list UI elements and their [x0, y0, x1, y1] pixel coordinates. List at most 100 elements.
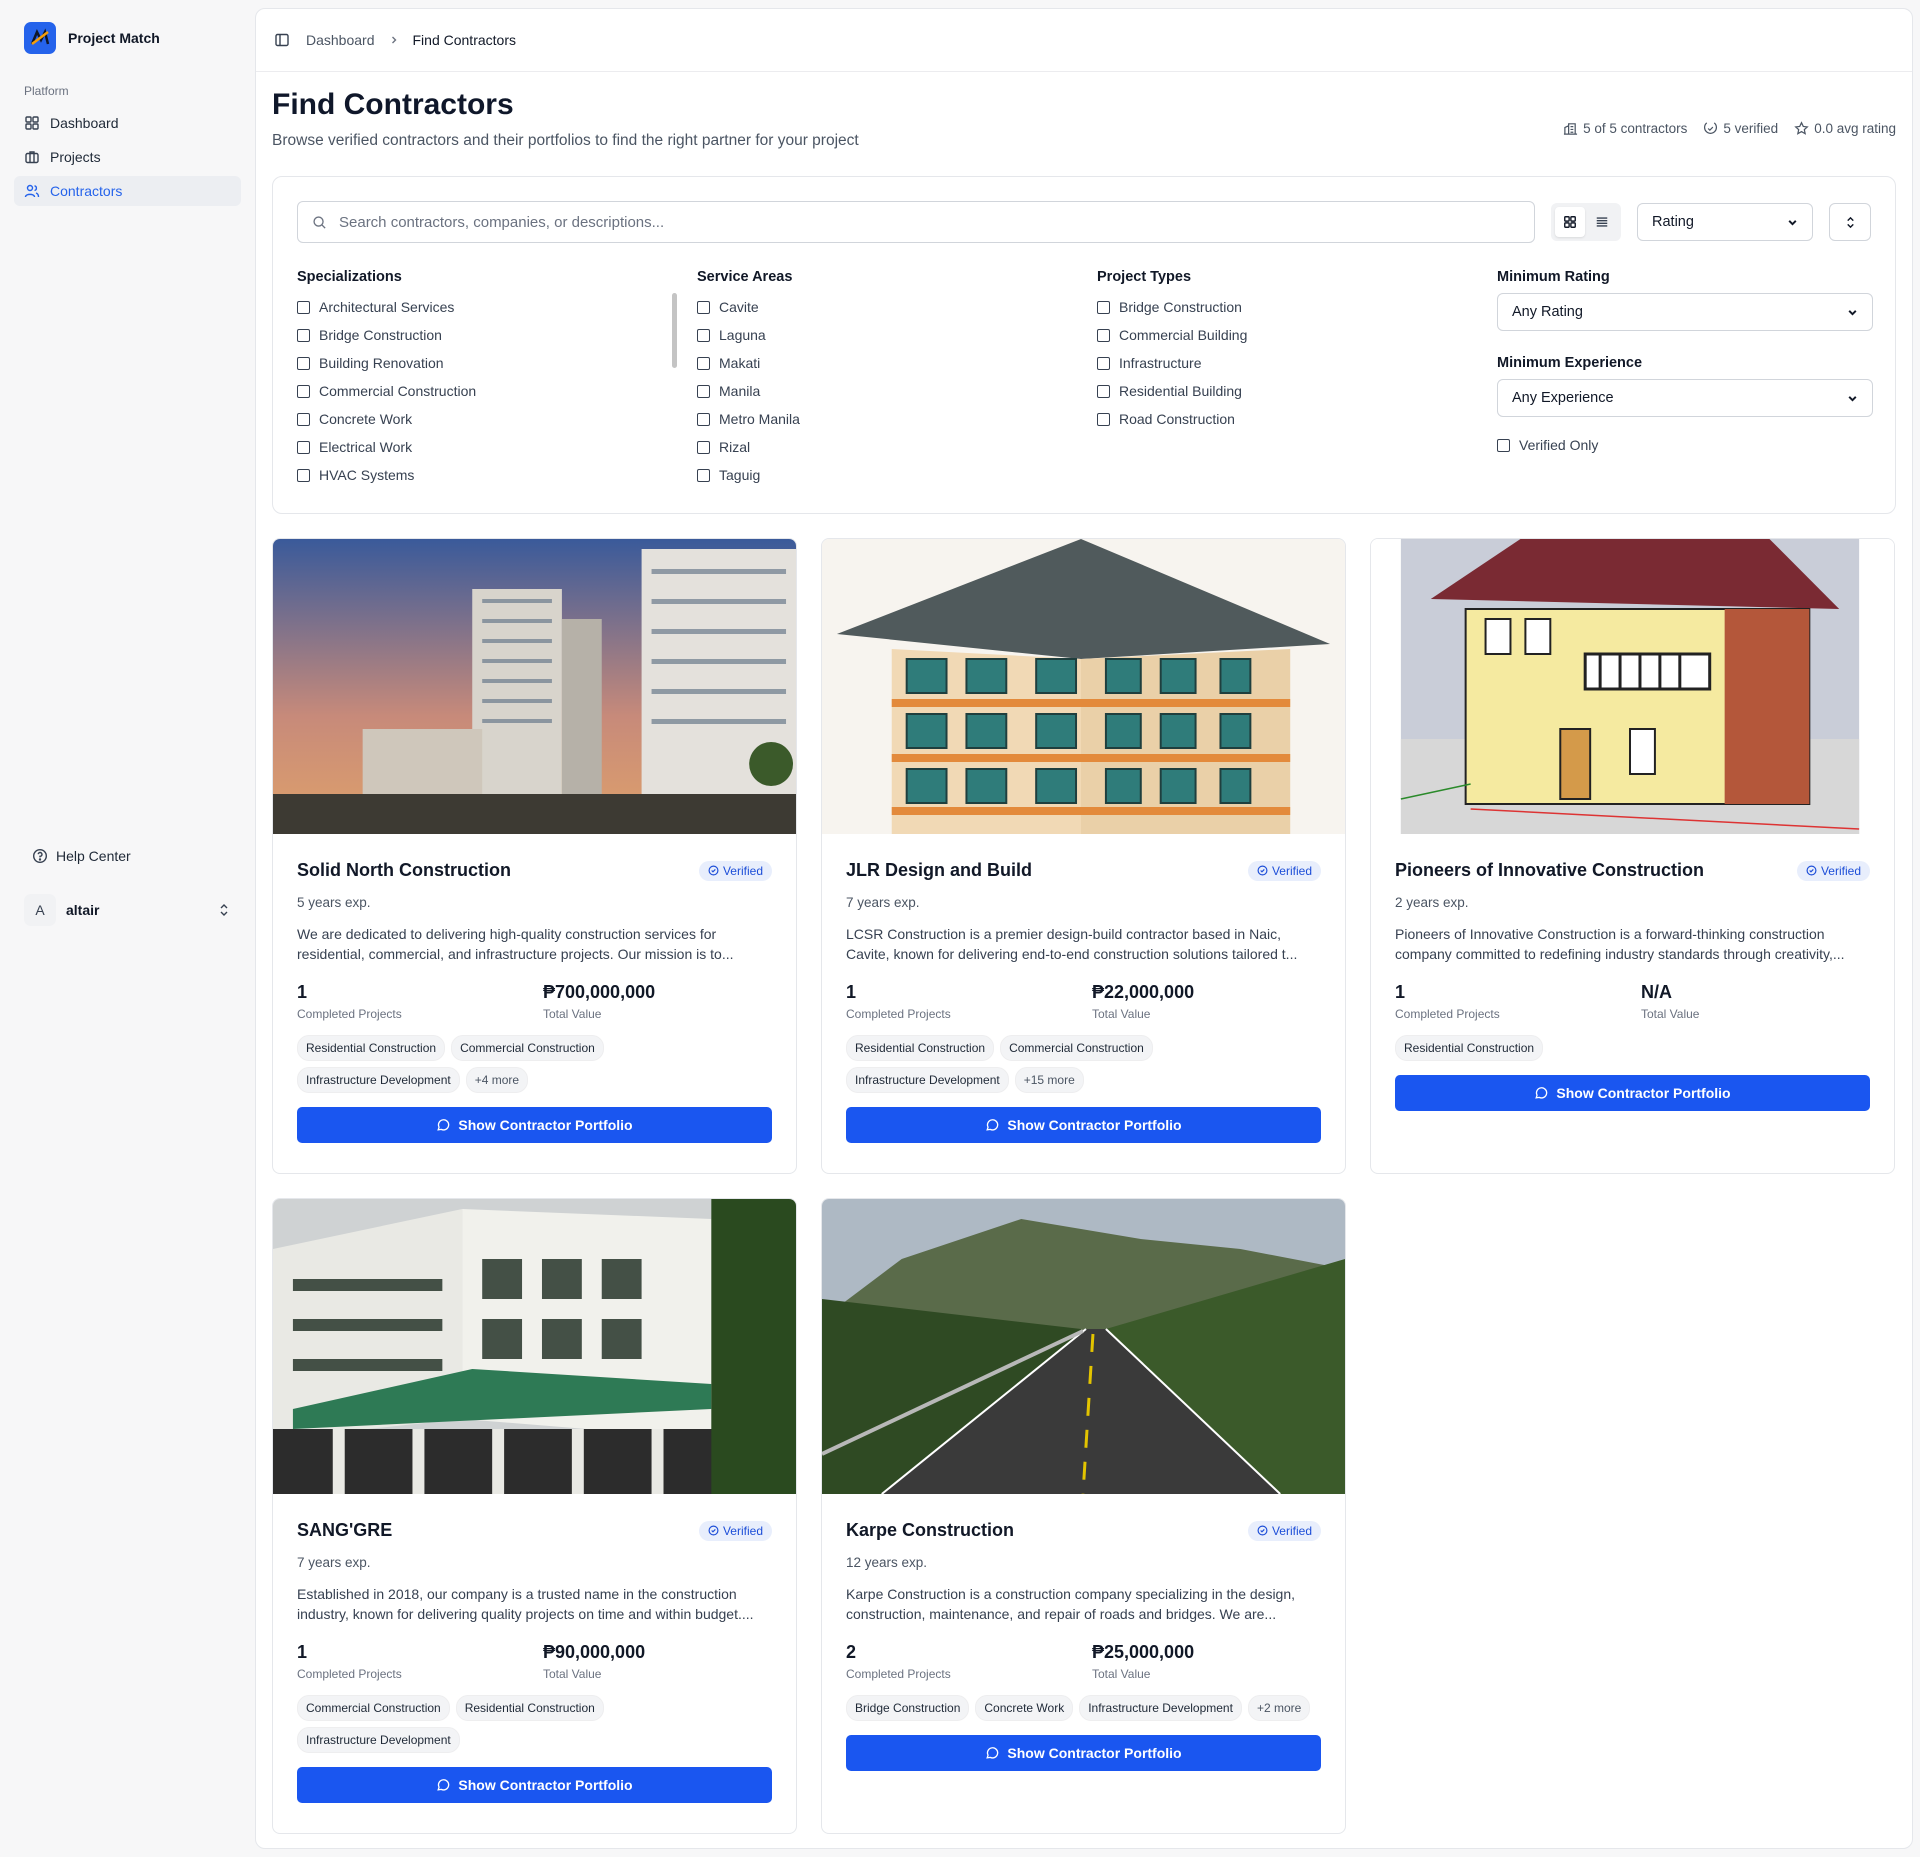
checkbox-label: Bridge Construction — [319, 327, 442, 343]
sort-select[interactable]: Rating — [1637, 203, 1813, 241]
checkbox-specialization[interactable]: Concrete Work — [297, 405, 697, 433]
checkbox[interactable] — [297, 384, 310, 398]
contractor-cover-image — [822, 1199, 1345, 1494]
checkbox[interactable] — [297, 440, 310, 454]
completed-projects-label: Completed Projects — [297, 1667, 402, 1681]
checkbox[interactable] — [297, 356, 310, 370]
message-circle-icon — [1535, 1087, 1548, 1099]
checkbox[interactable] — [697, 384, 710, 398]
show-portfolio-button[interactable]: Show Contractor Portfolio — [1395, 1075, 1870, 1111]
checkbox-project-type[interactable]: Road Construction — [1097, 405, 1497, 433]
specialization-tags: Residential Construction Commercial Cons… — [297, 1035, 772, 1093]
checkbox-label: Bridge Construction — [1119, 299, 1242, 315]
badge-label: Verified — [722, 1523, 763, 1538]
contractor-name: Pioneers of Innovative Construction — [1395, 860, 1705, 880]
contractor-name: JLR Design and Build — [846, 860, 1033, 880]
checkbox-service-area[interactable]: Manila — [697, 377, 1097, 405]
button-label: Show Contractor Portfolio — [458, 1777, 633, 1793]
sidebar-toggle-icon[interactable] — [274, 32, 290, 48]
checkbox-project-type[interactable]: Commercial Building — [1097, 321, 1497, 349]
verified-only-checkbox[interactable]: Verified Only — [1497, 431, 1873, 459]
show-portfolio-button[interactable]: Show Contractor Portfolio — [846, 1107, 1321, 1143]
checkbox-project-type[interactable]: Residential Building — [1097, 377, 1497, 405]
checkbox-label: Concrete Work — [319, 411, 413, 427]
badge-check-icon — [1704, 122, 1718, 134]
show-portfolio-button[interactable]: Show Contractor Portfolio — [297, 1767, 772, 1803]
checkbox-label: Architectural Services — [319, 299, 455, 315]
checkbox[interactable] — [1097, 300, 1110, 314]
contractor-card: Solid North Construction Verified 5 year… — [272, 538, 797, 1174]
filter-panel: Rating Specializations Architectural Ser… — [272, 176, 1896, 514]
breadcrumb-dashboard[interactable]: Dashboard — [306, 32, 375, 48]
checkbox[interactable] — [297, 412, 310, 426]
specializations-scrollbar[interactable] — [672, 293, 677, 368]
completed-projects-value: 2 — [846, 1642, 857, 1662]
checkbox-project-type[interactable]: Infrastructure — [1097, 349, 1497, 377]
min-experience-select[interactable]: Any Experience — [1497, 379, 1873, 417]
specialization-tags: Bridge Construction Concrete Work Infras… — [846, 1695, 1321, 1721]
sidebar-item-contractors[interactable]: Contractors — [14, 176, 241, 206]
checkbox[interactable] — [297, 300, 310, 314]
checkbox[interactable] — [297, 328, 310, 342]
sort-direction-button[interactable] — [1829, 203, 1871, 241]
user-menu[interactable]: A altair — [14, 886, 241, 934]
checkbox-service-area[interactable]: Cavite — [697, 293, 1097, 321]
search-box[interactable] — [297, 201, 1535, 243]
checkbox-specialization[interactable]: Architectural Services — [297, 293, 697, 321]
checkbox[interactable] — [697, 440, 710, 454]
min-rating-select[interactable]: Any Rating — [1497, 293, 1873, 331]
show-portfolio-button[interactable]: Show Contractor Portfolio — [297, 1107, 772, 1143]
checkbox[interactable] — [697, 328, 710, 342]
chevron-down-icon — [1848, 309, 1857, 316]
sidebar-item-dashboard[interactable]: Dashboard — [14, 108, 241, 138]
checkbox[interactable] — [697, 412, 710, 426]
list-view-button[interactable] — [1587, 207, 1617, 237]
tag: Infrastructure Development — [297, 1727, 460, 1753]
checkbox-service-area[interactable]: Metro Manila — [697, 405, 1097, 433]
platform-group-label: Platform — [24, 84, 69, 98]
main-panel: Dashboard Find Contractors Find Contract… — [255, 8, 1913, 1849]
checkbox[interactable] — [1097, 356, 1110, 370]
sidebar-item-projects[interactable]: Projects — [14, 142, 241, 172]
checkbox-project-type[interactable]: Bridge Construction — [1097, 293, 1497, 321]
button-label: Show Contractor Portfolio — [1007, 1745, 1182, 1761]
tag: Commercial Construction — [297, 1695, 450, 1721]
show-portfolio-button[interactable]: Show Contractor Portfolio — [846, 1735, 1321, 1771]
checkbox-service-area[interactable]: Rizal — [697, 433, 1097, 461]
search-input[interactable] — [339, 213, 1520, 231]
chevron-down-icon — [1848, 395, 1857, 402]
checkbox[interactable] — [1097, 328, 1110, 342]
badge-label: Verified — [1271, 863, 1312, 878]
help-center-link[interactable]: Help Center — [14, 840, 241, 872]
checkbox-specialization[interactable]: HVAC Systems — [297, 461, 697, 489]
checkbox-specialization[interactable]: Building Renovation — [297, 349, 697, 377]
more-tags: +15 more — [1014, 1067, 1084, 1093]
contractor-card: Karpe Construction Verified 12 years exp… — [821, 1198, 1346, 1834]
checkbox-specialization[interactable]: Commercial Construction — [297, 377, 697, 405]
grid-view-button[interactable] — [1555, 207, 1585, 237]
checkbox-service-area[interactable]: Laguna — [697, 321, 1097, 349]
tag: Residential Construction — [297, 1035, 446, 1061]
button-label: Show Contractor Portfolio — [1556, 1085, 1731, 1101]
message-circle-icon — [986, 1747, 999, 1759]
checkbox[interactable] — [1097, 412, 1110, 426]
checkbox[interactable] — [697, 468, 710, 482]
checkbox[interactable] — [1097, 384, 1110, 398]
checkbox-label: Cavite — [719, 299, 759, 315]
checkbox-label: Commercial Construction — [319, 383, 477, 399]
checkbox-service-area[interactable]: Makati — [697, 349, 1097, 377]
app-name: Project Match — [68, 30, 160, 46]
checkbox[interactable] — [697, 356, 710, 370]
chevrons-up-down-icon — [220, 904, 228, 916]
tag: Infrastructure Development — [297, 1067, 460, 1093]
project-types-heading: Project Types — [1097, 269, 1192, 285]
checkbox[interactable] — [1497, 438, 1510, 452]
brand[interactable]: Project Match — [14, 20, 241, 56]
checkbox[interactable] — [297, 468, 310, 482]
checkbox-service-area[interactable]: Taguig — [697, 461, 1097, 489]
checkbox-specialization[interactable]: Electrical Work — [297, 433, 697, 461]
checkbox[interactable] — [697, 300, 710, 314]
checkbox-specialization[interactable]: Bridge Construction — [297, 321, 697, 349]
contractor-description: We are dedicated to delivering high-qual… — [297, 926, 734, 962]
help-center-label: Help Center — [56, 848, 131, 864]
